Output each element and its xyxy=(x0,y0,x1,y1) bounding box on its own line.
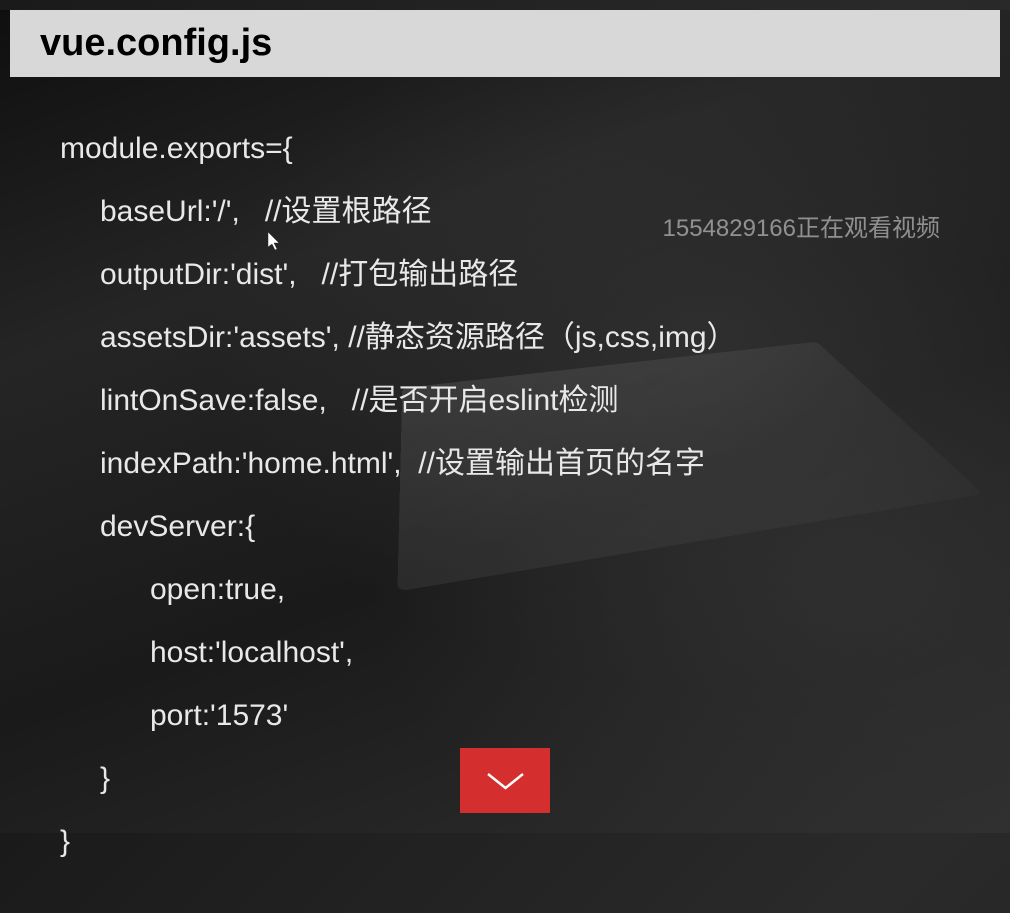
code-line: indexPath:'home.html', //设置输出首页的名字 xyxy=(60,432,950,495)
code-line: port:'1573' xyxy=(60,684,950,747)
code-line: lintOnSave:false, //是否开启eslint检测 xyxy=(60,369,950,432)
slide-title-bar: vue.config.js xyxy=(10,10,1000,77)
code-line: outputDir:'dist', //打包输出路径 xyxy=(60,243,950,306)
code-line: assetsDir:'assets', //静态资源路径（js,css,img） xyxy=(60,306,950,369)
video-watermark: 1554829166正在观看视频 xyxy=(663,208,940,243)
chevron-down-icon xyxy=(483,766,528,796)
code-line: devServer:{ xyxy=(60,495,950,558)
code-line: open:true, xyxy=(60,558,950,621)
slide-title: vue.config.js xyxy=(40,22,970,65)
code-line: host:'localhost', xyxy=(60,621,950,684)
code-line: module.exports={ xyxy=(60,117,950,180)
scroll-down-button[interactable] xyxy=(460,748,550,813)
code-line: } xyxy=(60,810,950,873)
mouse-cursor-icon xyxy=(268,232,282,252)
